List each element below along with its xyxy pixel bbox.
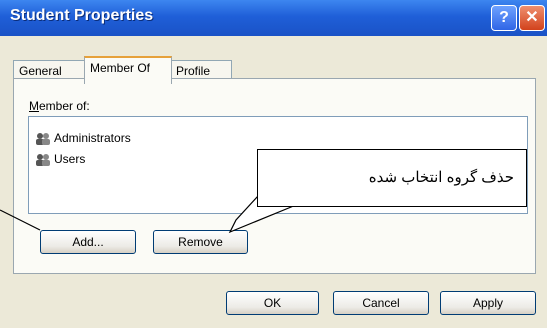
callout-text: حذف گروه انتخاب شده [368, 169, 514, 186]
tab-member-of[interactable]: Member Of [84, 56, 172, 84]
tab-label: Member Of [90, 61, 151, 75]
annotation-callout: حذف گروه انتخاب شده [257, 149, 527, 207]
